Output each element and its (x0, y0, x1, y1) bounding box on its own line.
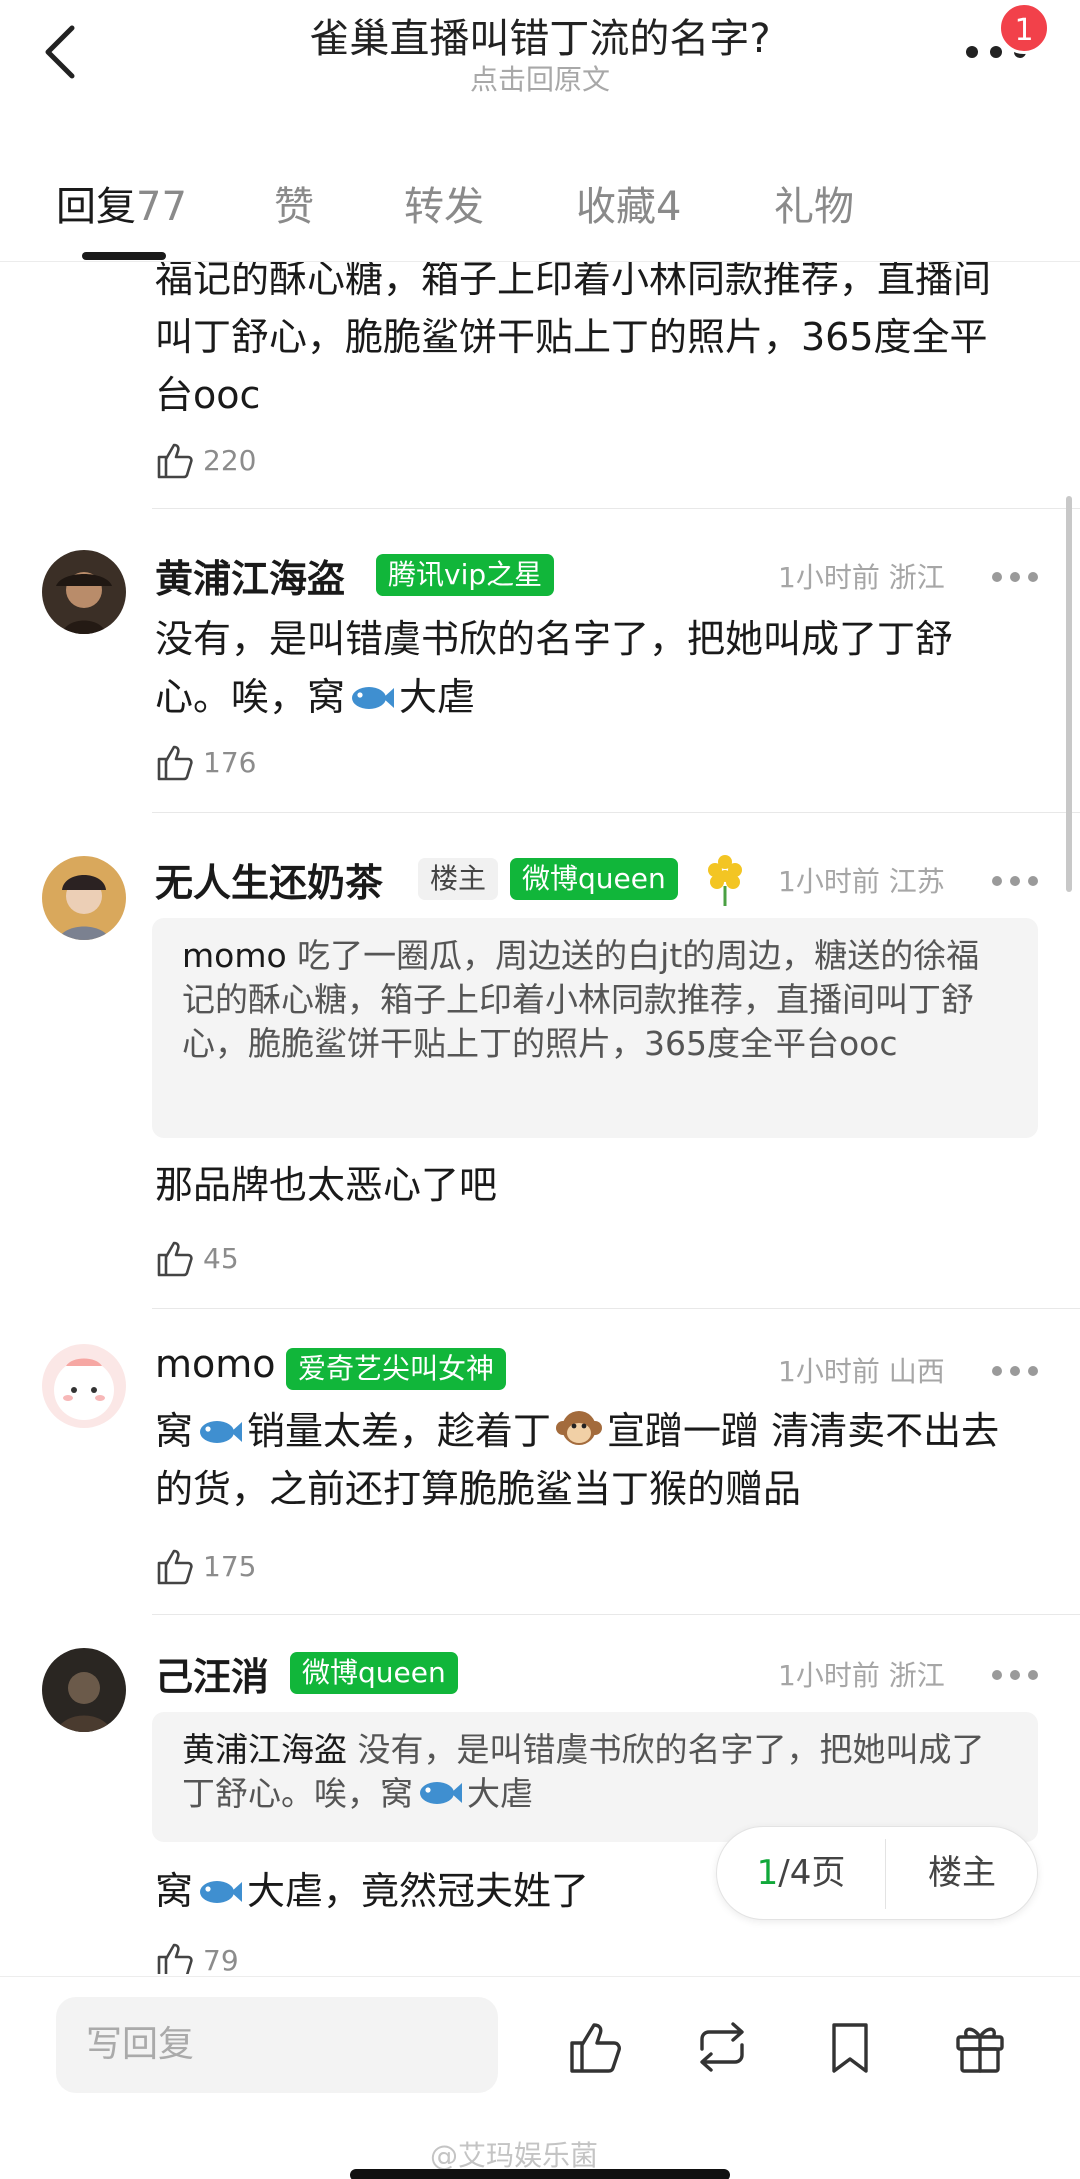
tab-favorites[interactable]: 收藏4 (576, 174, 681, 232)
divider (152, 508, 1080, 509)
like-count: 45 (203, 1241, 239, 1275)
back-to-original-link[interactable]: 点击回原文 (0, 58, 1080, 98)
like-count: 220 (203, 443, 257, 477)
comment-meta: 1小时前 江苏 (778, 865, 945, 898)
page-switcher: 1/4页 楼主 (716, 1826, 1038, 1920)
bottom-action-bar: 写回复 @艾玛娱乐菌 (0, 1976, 1080, 2179)
divider (152, 1308, 1080, 1309)
comment-text: 那品牌也太恶心了吧 (155, 1163, 498, 1207)
like-button[interactable]: 175 (155, 1544, 256, 1588)
user-badge: 微博queen (510, 858, 678, 900)
comment-text: 窝销量太差，趁着丁 宣蹭一蹭 清清卖不出去的货，之前还打算脆脆鲨当丁猴的赠品 (155, 1402, 1015, 1518)
comment-more-icon[interactable] (992, 570, 1042, 584)
divider (152, 1614, 1080, 1615)
like-count: 176 (203, 745, 257, 779)
like-button[interactable]: 220 (155, 438, 256, 482)
comment-text: 没有，是叫错虞书欣的名字了，把她叫成了丁舒心。唉，窝 大虐 (155, 617, 954, 719)
comment-meta: 1小时前 浙江 (778, 1659, 945, 1692)
thumbs-up-icon (157, 1943, 193, 1974)
owner-only-button[interactable]: 楼主 (887, 1827, 1037, 1919)
watermark: @艾玛娱乐菌 (430, 2139, 599, 2172)
like-button[interactable]: 176 (155, 740, 256, 784)
gift-icon[interactable] (950, 2017, 1010, 2077)
user-badge: 爱奇艺尖叫女神 (286, 1348, 507, 1390)
thumbs-up-icon (157, 1549, 193, 1585)
tab-reposts[interactable]: 转发 (404, 174, 484, 232)
user-badge: 微博queen (290, 1652, 458, 1694)
like-count: 79 (203, 1943, 239, 1975)
top-nav-bar: 雀巢直播叫错丁流的名字? 点击回原文 1 (0, 0, 1080, 110)
fish-emoji-icon (200, 1421, 243, 1443)
reply-input[interactable]: 写回复 (56, 1997, 498, 2093)
comment-meta: 1小时前 山西 (778, 1355, 945, 1388)
tab-replies[interactable]: 回复77 (56, 174, 187, 232)
thumbs-up-icon (157, 1241, 193, 1277)
username[interactable]: 黄浦江海盗 (155, 548, 345, 603)
like-icon[interactable] (566, 2017, 626, 2077)
avatar[interactable] (42, 1648, 126, 1732)
quoted-comment[interactable]: 黄浦江海盗 没有，是叫错虞书欣的名字了，把她叫成了丁舒心。唉，窝 大虐 (152, 1712, 1038, 1842)
thumbs-up-icon (157, 443, 193, 479)
like-button[interactable]: 79 (155, 1938, 239, 1974)
comment-more-icon[interactable] (992, 1364, 1042, 1378)
tab-likes[interactable]: 赞 (274, 174, 314, 232)
home-indicator[interactable] (350, 2169, 730, 2179)
user-badge: 腾讯vip之星 (376, 554, 555, 596)
username[interactable]: 无人生还奶茶 (155, 852, 383, 907)
fish-emoji-icon (420, 1782, 462, 1804)
tab-gifts[interactable]: 礼物 (774, 174, 854, 232)
avatar[interactable] (42, 550, 126, 634)
tab-bar: 回复77 赞 转发 收藏4 礼物 (0, 168, 1080, 262)
username[interactable]: momo (155, 1342, 276, 1386)
divider (885, 1839, 886, 1909)
comment-more-icon[interactable] (992, 1668, 1042, 1682)
bookmark-icon[interactable] (820, 2017, 880, 2077)
comment-meta: 1小时前 浙江 (778, 561, 945, 594)
comment-more-icon[interactable] (992, 874, 1042, 888)
divider (152, 812, 1080, 813)
active-tab-indicator (82, 252, 166, 260)
fish-emoji-icon (200, 1881, 243, 1903)
like-count: 175 (203, 1549, 257, 1583)
repost-icon[interactable] (692, 2017, 752, 2077)
post-title: 雀巢直播叫错丁流的名字? (309, 16, 771, 62)
comment-text: 窝大虐，竟然冠夫姓了 (155, 1869, 590, 1913)
username[interactable]: 己汪消 (155, 1646, 269, 1701)
notification-badge: 1 (998, 2, 1050, 54)
comment-text: 福记的酥心糖，箱子上印着小林同款推荐，直播间叫丁舒心，脆脆鲨饼干贴上丁的照片，3… (155, 262, 992, 417)
page-indicator[interactable]: 1/4页 (717, 1827, 885, 1919)
avatar[interactable] (42, 856, 126, 940)
reply-list[interactable]: 福记的酥心糖，箱子上印着小林同款推荐，直播间叫丁舒心，脆脆鲨饼干贴上丁的照片，3… (0, 262, 1080, 1974)
like-button[interactable]: 45 (155, 1236, 239, 1280)
flower-icon (708, 855, 742, 906)
scrollbar[interactable] (1066, 496, 1072, 892)
quoted-comment[interactable]: momo 吃了一圈瓜，周边送的白jt的周边，糖送的徐福记的酥心糖，箱子上印着小林… (152, 918, 1038, 1138)
owner-badge: 楼主 (418, 858, 499, 900)
monkey-emoji-icon (556, 1411, 603, 1445)
thumbs-up-icon (157, 745, 193, 781)
fish-emoji-icon (352, 687, 395, 709)
avatar[interactable] (42, 1344, 126, 1428)
